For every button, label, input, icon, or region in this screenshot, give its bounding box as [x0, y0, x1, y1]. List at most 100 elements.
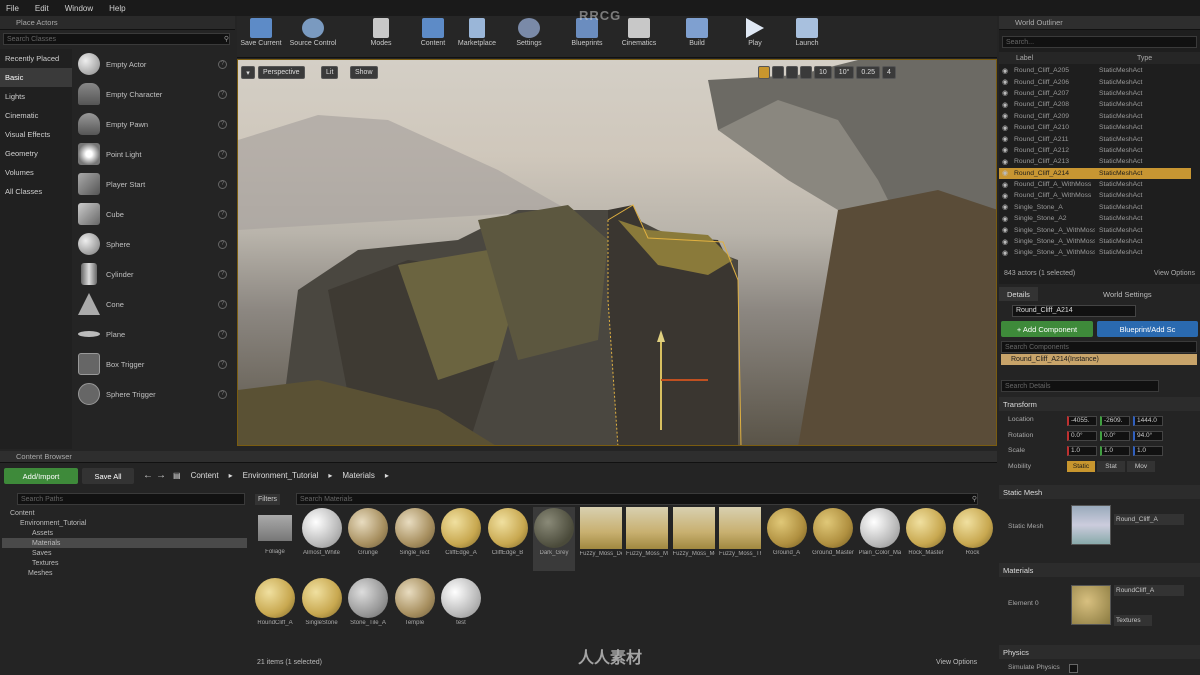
- source-control-button[interactable]: Source Control: [289, 18, 337, 47]
- physics-section[interactable]: Physics: [999, 645, 1200, 659]
- transform-section[interactable]: Transform: [999, 397, 1200, 411]
- camera-speed[interactable]: 4: [882, 66, 896, 79]
- search-materials-input[interactable]: Search Materials ⚲: [296, 493, 978, 505]
- category-recently-placed[interactable]: Recently Placed: [0, 49, 72, 68]
- outliner-row[interactable]: ◉ Single_Stone_A2 StaticMeshAct: [999, 213, 1191, 224]
- menu-help[interactable]: Help: [109, 4, 125, 13]
- menu-edit[interactable]: Edit: [35, 4, 49, 13]
- help-icon[interactable]: ?: [218, 59, 227, 69]
- scale-z[interactable]: 1.0: [1133, 446, 1163, 456]
- asset-tile[interactable]: Grunge: [347, 507, 389, 571]
- help-icon[interactable]: ?: [218, 209, 227, 219]
- grid-snap[interactable]: 10: [814, 66, 832, 79]
- menu-file[interactable]: File: [6, 4, 19, 13]
- scale-x[interactable]: 1.0: [1067, 446, 1097, 456]
- outliner-row[interactable]: ◉ Single_Stone_A StaticMeshAct: [999, 202, 1191, 213]
- asset-tile[interactable]: Stone_Tile_A: [347, 577, 389, 641]
- asset-tile[interactable]: SingleStone: [301, 577, 343, 641]
- eye-icon[interactable]: ◉: [999, 135, 1011, 143]
- static-mesh-section[interactable]: Static Mesh: [999, 485, 1200, 499]
- asset-tile[interactable]: Single_rect: [394, 507, 436, 571]
- asset-tile[interactable]: RoundCliff_A: [254, 577, 296, 641]
- component-instance-row[interactable]: Round_Cliff_A214(Instance): [1001, 354, 1197, 365]
- forward-icon[interactable]: →: [156, 470, 166, 481]
- help-icon[interactable]: ?: [218, 389, 227, 399]
- asset-tile[interactable]: CliffEdge_B: [487, 507, 529, 571]
- blueprint-add-script-button[interactable]: Blueprint/Add Sc: [1097, 321, 1198, 337]
- help-icon[interactable]: ?: [218, 329, 227, 339]
- help-icon[interactable]: ?: [218, 359, 227, 369]
- outliner-search-input[interactable]: Search...: [1002, 36, 1197, 48]
- search-details-input[interactable]: Search Details: [1001, 380, 1159, 392]
- asset-tile[interactable]: Fuzzy_Moss_Master: [626, 507, 668, 571]
- help-icon[interactable]: ?: [218, 179, 227, 189]
- perspective-button[interactable]: Perspective: [258, 66, 305, 79]
- location-y[interactable]: -2609.: [1100, 416, 1130, 426]
- eye-icon[interactable]: ◉: [999, 192, 1011, 200]
- help-icon[interactable]: ?: [218, 299, 227, 309]
- tree-meshes[interactable]: Meshes: [2, 568, 247, 578]
- actor-item[interactable]: Player Start?: [73, 169, 233, 199]
- outliner-row[interactable]: ◉ Round_Cliff_A210 StaticMeshAct: [999, 122, 1191, 133]
- outliner-row[interactable]: ◉ Round_Cliff_A205 StaticMeshAct: [999, 65, 1191, 76]
- actor-item[interactable]: Box Trigger?: [73, 349, 233, 379]
- asset-tile[interactable]: Fuzzy_Moss_Thin: [719, 507, 761, 571]
- asset-tile[interactable]: Foliage: [254, 507, 296, 571]
- actor-name-field[interactable]: Round_Cliff_A214: [1012, 305, 1136, 317]
- outliner-row[interactable]: ◉ Round_Cliff_A212 StaticMeshAct: [999, 145, 1191, 156]
- asset-tile[interactable]: CliffEdge_A: [440, 507, 482, 571]
- help-icon[interactable]: ?: [218, 239, 227, 249]
- help-icon[interactable]: ?: [218, 149, 227, 159]
- outliner-row[interactable]: ◉ Single_Stone_A_WithMoss StaticMeshAct: [999, 224, 1191, 235]
- material-thumbnail[interactable]: [1071, 585, 1111, 625]
- eye-icon[interactable]: ◉: [999, 146, 1011, 154]
- back-icon[interactable]: ←: [143, 470, 153, 481]
- textures-dropdown[interactable]: Textures: [1114, 615, 1152, 626]
- save-all-button[interactable]: Save All: [82, 468, 134, 484]
- eye-icon[interactable]: ◉: [999, 112, 1011, 120]
- actor-item[interactable]: Plane?: [73, 319, 233, 349]
- actor-item[interactable]: Empty Actor?: [73, 49, 233, 79]
- outliner-row[interactable]: ◉ Round_Cliff_A206 StaticMeshAct: [999, 76, 1191, 87]
- eye-icon[interactable]: ◉: [999, 215, 1011, 223]
- outliner-row[interactable]: ◉ Round_Cliff_A_WithMoss StaticMeshAct: [999, 190, 1191, 201]
- category-lights[interactable]: Lights: [0, 87, 72, 106]
- outliner-row[interactable]: ◉ Round_Cliff_A213 StaticMeshAct: [999, 156, 1191, 167]
- eye-icon[interactable]: ◉: [999, 249, 1011, 257]
- static-mesh-dropdown[interactable]: Round_Cliff_A: [1114, 514, 1184, 525]
- asset-tile[interactable]: Rock: [952, 507, 994, 571]
- mobility-static[interactable]: Static: [1067, 461, 1095, 472]
- cinematics-button[interactable]: Cinematics: [615, 18, 663, 47]
- show-button[interactable]: Show: [350, 66, 378, 79]
- rotation-z[interactable]: 94.0°: [1133, 431, 1163, 441]
- outliner-row[interactable]: ◉ Single_Stone_A_WithMoss StaticMeshAct: [999, 247, 1191, 258]
- eye-icon[interactable]: ◉: [999, 124, 1011, 132]
- eye-icon[interactable]: ◉: [999, 158, 1011, 166]
- rotation-x[interactable]: 0.0°: [1067, 431, 1097, 441]
- category-all-classes[interactable]: All Classes: [0, 182, 72, 201]
- add-component-button[interactable]: + Add Component: [1001, 321, 1093, 337]
- level-viewport[interactable]: ▾ Perspective Lit Show 10 10° 0.25 4: [237, 59, 997, 446]
- scale-snap[interactable]: 0.25: [856, 66, 881, 79]
- lit-button[interactable]: Lit: [321, 66, 339, 79]
- tree-textures[interactable]: Textures: [2, 558, 247, 568]
- asset-tile[interactable]: Temple: [394, 577, 436, 641]
- category-basic[interactable]: Basic: [0, 68, 72, 87]
- eye-icon[interactable]: ◉: [999, 101, 1011, 109]
- asset-tile[interactable]: Dark_Grey: [533, 507, 575, 571]
- breadcrumb-content[interactable]: Content: [191, 471, 219, 480]
- tree-saves[interactable]: Saves: [2, 548, 247, 558]
- tree-environment-tutorial[interactable]: Environment_Tutorial: [2, 518, 247, 528]
- location-z[interactable]: 1444.0: [1133, 416, 1163, 426]
- tree-materials[interactable]: Materials: [2, 538, 247, 548]
- content-button[interactable]: Content: [409, 18, 457, 47]
- help-icon[interactable]: ?: [218, 89, 227, 99]
- save-current-button[interactable]: Save Current: [237, 18, 285, 47]
- settings-button[interactable]: Settings: [505, 18, 553, 47]
- asset-tile[interactable]: Almost_White: [301, 507, 343, 571]
- help-icon[interactable]: ?: [218, 119, 227, 129]
- scale-y[interactable]: 1.0: [1100, 446, 1130, 456]
- material-dropdown[interactable]: RoundCliff_A: [1114, 585, 1184, 596]
- asset-tile[interactable]: test: [440, 577, 482, 641]
- asset-tile[interactable]: Ground_Master: [812, 507, 854, 571]
